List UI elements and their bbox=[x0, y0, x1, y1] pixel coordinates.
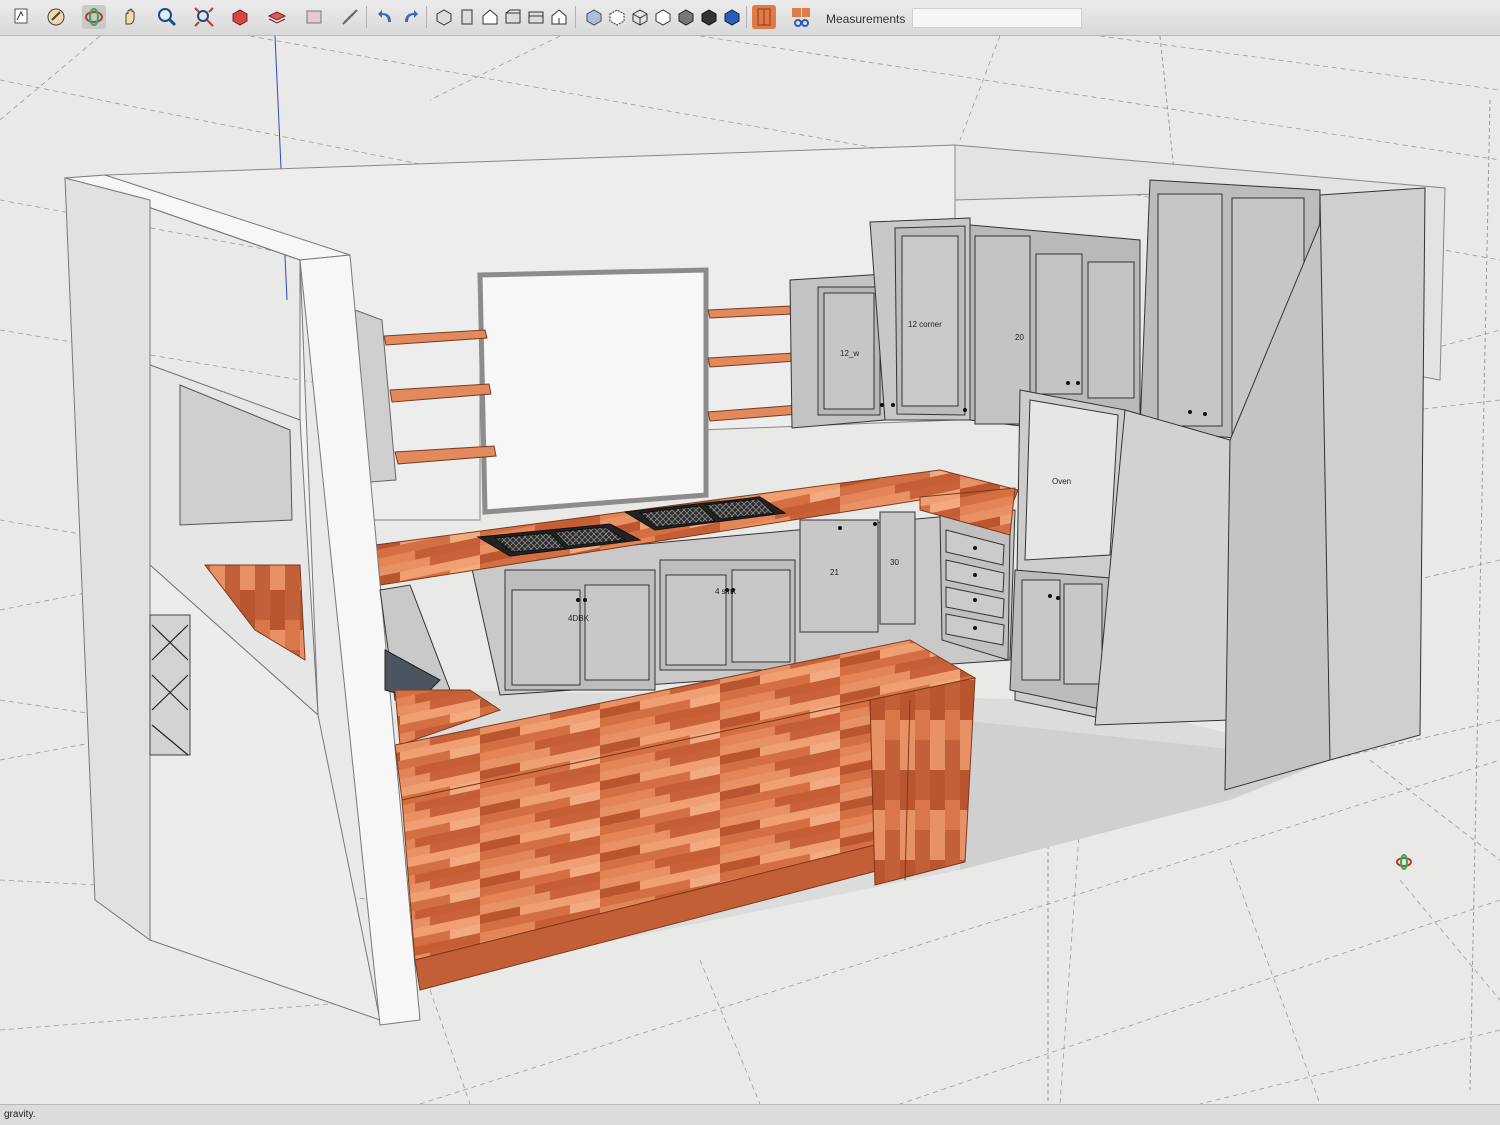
label-upper-corner: 12 corner bbox=[908, 320, 942, 329]
tape-measure-icon[interactable] bbox=[338, 5, 362, 29]
left-wall-side bbox=[64, 177, 151, 941]
textured-style-icon[interactable] bbox=[697, 5, 721, 29]
measurements-label: Measurements bbox=[826, 12, 906, 26]
left-view-icon[interactable] bbox=[547, 5, 571, 29]
materials-icon[interactable] bbox=[265, 5, 289, 29]
modeling-viewport[interactable]: 12 corner 12_w 20 Oven 4DBK 4 sink 21 30 bbox=[0, 36, 1500, 1104]
components-icon[interactable] bbox=[228, 5, 252, 29]
main-toolbar: Measurements bbox=[0, 0, 1500, 36]
kitchen-model-canvas: 12 corner 12_w 20 Oven 4DBK 4 sink 21 30 bbox=[0, 36, 1500, 1104]
label-sink-base: 4DBK bbox=[568, 614, 590, 623]
label-upper-small: 12_w bbox=[840, 349, 859, 358]
orbit-cursor-icon bbox=[1396, 854, 1412, 870]
styles-icon[interactable] bbox=[302, 5, 326, 29]
select-tool-icon[interactable] bbox=[10, 5, 34, 29]
label-oven: Oven bbox=[1052, 477, 1071, 486]
hidden-line-style-icon[interactable] bbox=[651, 5, 675, 29]
back-edges-style-icon[interactable] bbox=[605, 5, 629, 29]
wine-rack bbox=[149, 614, 191, 756]
orbit-icon[interactable] bbox=[82, 5, 106, 29]
section-cut-icon[interactable] bbox=[789, 5, 813, 29]
undo-icon[interactable] bbox=[374, 5, 398, 29]
wireframe-style-icon[interactable] bbox=[628, 5, 652, 29]
back-view-icon[interactable] bbox=[524, 5, 548, 29]
zoom-extents-icon[interactable] bbox=[192, 5, 216, 29]
status-text: gravity. bbox=[4, 1109, 36, 1120]
redo-icon[interactable] bbox=[398, 5, 422, 29]
iso-view-icon[interactable] bbox=[432, 5, 456, 29]
status-bar: gravity. bbox=[0, 1104, 1500, 1125]
section-plane-icon[interactable] bbox=[752, 5, 776, 29]
right-view-icon[interactable] bbox=[501, 5, 525, 29]
zoom-icon[interactable] bbox=[155, 5, 179, 29]
blue-axis-line bbox=[274, 36, 288, 301]
measurements-input[interactable] bbox=[912, 8, 1082, 28]
pan-icon[interactable] bbox=[118, 5, 142, 29]
xray-style-icon[interactable] bbox=[582, 5, 606, 29]
window bbox=[477, 267, 709, 515]
label-upper-20: 20 bbox=[1015, 333, 1024, 342]
top-view-icon[interactable] bbox=[455, 5, 479, 29]
front-view-icon[interactable] bbox=[478, 5, 502, 29]
shaded-style-icon[interactable] bbox=[674, 5, 698, 29]
monochrome-style-icon[interactable] bbox=[720, 5, 744, 29]
label-base-narrow: 21 bbox=[830, 568, 839, 577]
label-base-30: 30 bbox=[890, 558, 899, 567]
island-end-panel bbox=[869, 677, 976, 886]
paint-bucket-icon[interactable] bbox=[44, 5, 68, 29]
